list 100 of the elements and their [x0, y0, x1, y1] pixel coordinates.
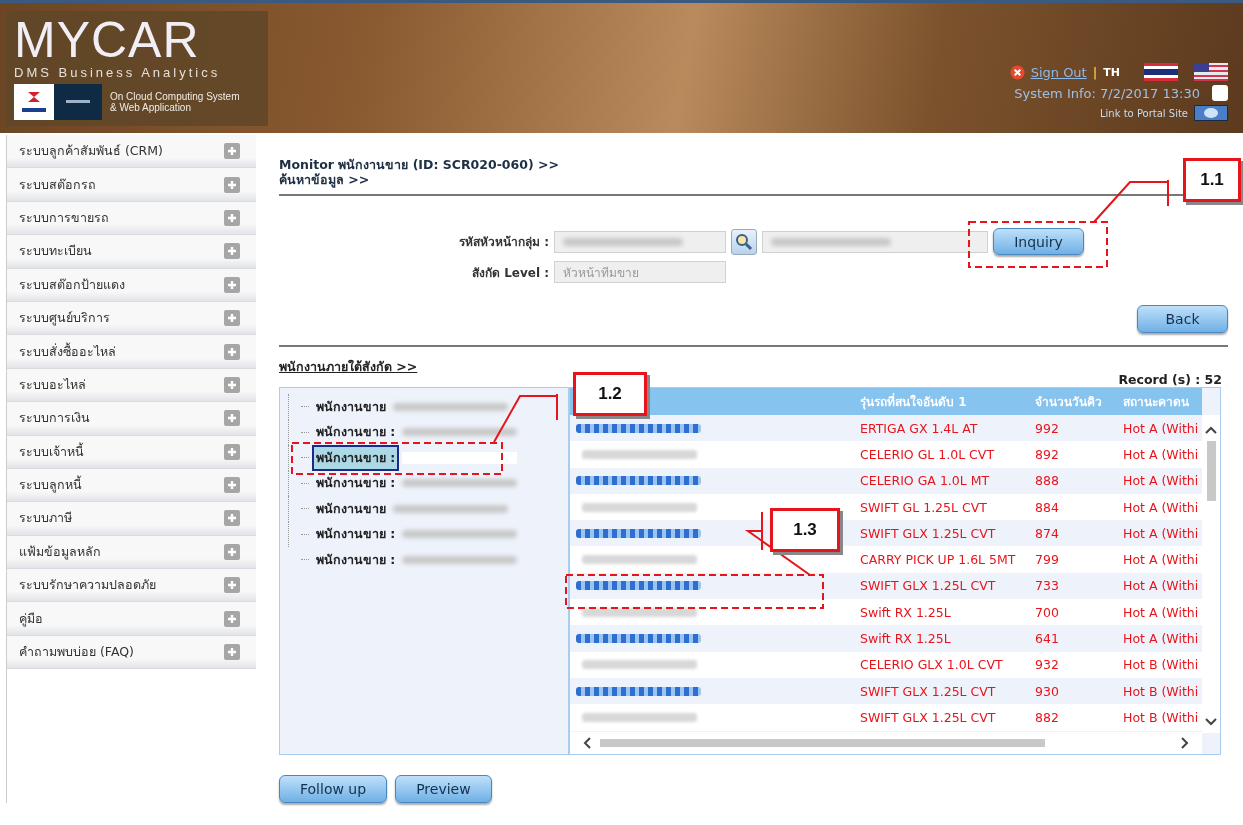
table-cell-text: CELERIO GLX 1.0L CVT: [860, 657, 1004, 673]
sidebar-item[interactable]: ระบบการเงิน: [7, 402, 256, 436]
system-info-text: System Info: 7/2/2017 13:30: [1014, 85, 1200, 101]
expand-icon[interactable]: [224, 543, 240, 560]
sidebar-item[interactable]: ระบบสต๊อกป้ายแดง: [7, 268, 256, 302]
sidebar-item[interactable]: ระบบทะเบียน: [7, 235, 256, 269]
expand-icon[interactable]: [224, 343, 240, 360]
table-cell-text: Hot A (Withi: [1123, 446, 1200, 462]
menu-label: ระบบสต๊อกป้ายแดง: [19, 275, 125, 294]
sidebar-item[interactable]: คู่มือ: [7, 602, 256, 636]
sidebar-item[interactable]: ระบบเจ้าหนี้: [7, 435, 256, 469]
sidebar-item[interactable]: ระบบรักษาความปลอดภัย: [7, 569, 256, 603]
menu-label: ระบบเจ้าหนี้: [19, 441, 84, 461]
table-cell-text: Swift RX 1.25L: [860, 604, 952, 620]
scroll-left-icon[interactable]: [582, 736, 592, 750]
tree-item[interactable]: พนักงานขาย: [312, 393, 390, 420]
sidebar-item[interactable]: แฟ้มข้อมูลหลัก: [7, 535, 256, 570]
menu-label: ระบบรักษาความปลอดภัย: [19, 576, 156, 595]
sidebar-item[interactable]: ระบบลูกหนี้: [7, 468, 256, 503]
table-cell-text: CELERIO GL 1.0L CVT: [860, 446, 996, 462]
expand-icon[interactable]: [224, 376, 240, 393]
tree-item[interactable]: พนักงานขาย :: [312, 444, 400, 471]
menu-label: ระบบลูกหนี้: [19, 475, 82, 495]
sidebar-item[interactable]: ระบบสต๊อกรถ: [7, 168, 256, 202]
separator-text: |: [1092, 64, 1098, 80]
table-cell-text: Hot A (Withi: [1123, 420, 1200, 436]
sidebar-item[interactable]: ระบบศูนย์บริการ: [7, 301, 256, 336]
brand-logo-icon: [14, 84, 102, 120]
menu-label: แฟ้มข้อมูลหลัก: [19, 542, 101, 562]
scroll-down-icon[interactable]: [1204, 717, 1218, 727]
flag-icon[interactable]: [1194, 63, 1228, 81]
menu-label: คำถามพบบ่อย (FAQ): [19, 643, 134, 662]
close-icon[interactable]: [1009, 64, 1025, 80]
sidebar-item[interactable]: ระบบอะไหล่: [7, 368, 256, 403]
globe-icon[interactable]: [1194, 105, 1228, 121]
table-cell-text: Hot B (Withi: [1123, 709, 1200, 725]
menu-label: ระบบอะไหล่: [19, 375, 86, 394]
language-label[interactable]: TH: [1103, 65, 1120, 79]
expand-icon[interactable]: [224, 610, 240, 627]
expand-icon[interactable]: [224, 644, 240, 661]
horizontal-scrollbar[interactable]: [570, 732, 1202, 754]
menu-label: ระบบศูนย์บริการ: [19, 309, 110, 328]
search-button[interactable]: [731, 228, 757, 255]
expand-icon[interactable]: [224, 443, 240, 460]
flag-icon[interactable]: [1144, 63, 1178, 81]
action-button[interactable]: Follow up: [279, 775, 388, 803]
back-button[interactable]: Back: [1137, 305, 1228, 333]
expand-icon[interactable]: [224, 577, 240, 594]
callout-label: 1.1: [1183, 158, 1241, 202]
scroll-up-icon[interactable]: [1204, 425, 1218, 435]
expand-icon[interactable]: [224, 410, 240, 427]
inquiry-button[interactable]: Inquiry: [993, 228, 1084, 255]
tree-item[interactable]: พนักงานขาย :: [312, 419, 400, 446]
expand-icon[interactable]: [224, 310, 240, 327]
expand-icon[interactable]: [224, 176, 240, 193]
sidebar-item[interactable]: ระบบการขายรถ: [7, 201, 256, 236]
menu-label: ระบบการขายรถ: [19, 208, 109, 227]
tree-item[interactable]: พนักงานขาย :: [312, 546, 400, 573]
tree-item[interactable]: พนักงานขาย :: [312, 521, 400, 548]
table-cell-text: Hot A (Withi: [1123, 525, 1200, 541]
table-cell-text: Swift RX 1.25L: [860, 631, 952, 646]
input-field[interactable]: [554, 230, 726, 253]
table-cell-text: Hot B (Withi: [1123, 683, 1200, 699]
table-cell-text: 930: [1035, 683, 1060, 699]
tree-item[interactable]: พนักงานขาย: [312, 495, 390, 522]
table-cell-text: CELERIO GA 1.0L MT: [860, 473, 991, 489]
tagline: DMS Business Analytics: [14, 65, 222, 80]
tree-item[interactable]: พนักงานขาย :: [312, 470, 400, 497]
scroll-thumb[interactable]: [600, 739, 1045, 747]
sidebar-item[interactable]: ระบบภาษี: [7, 502, 256, 536]
portal-link[interactable]: Link to Portal Site: [1100, 107, 1188, 119]
vertical-scrollbar[interactable]: [1202, 415, 1220, 733]
table-cell-text: SWIFT GLX 1.25L CVT: [860, 578, 997, 594]
expand-icon[interactable]: [224, 510, 240, 527]
section-title: พนักงานภายใต้สังกัด >>: [279, 358, 418, 376]
expand-icon[interactable]: [224, 276, 240, 293]
sidebar-item[interactable]: ระบบลูกค้าสัมพันธ์ (CRM): [7, 135, 256, 169]
sidebar-item[interactable]: ระบบสั่งซื้ออะไหล่: [7, 335, 256, 369]
callout-label: 1.2: [573, 372, 647, 416]
table-cell-text: Hot A (Withi: [1123, 604, 1200, 620]
logo-text: MYCAR: [14, 17, 201, 63]
table-cell-text: SWIFT GLX 1.25L CVT: [860, 709, 997, 725]
expand-icon[interactable]: [224, 209, 240, 226]
table-cell-text: 733: [1035, 578, 1060, 594]
table-cell-text: Hot A (Withi: [1123, 552, 1200, 568]
sign-out-link[interactable]: Sign Out: [1030, 64, 1087, 80]
checkbox[interactable]: [1212, 85, 1228, 101]
sidebar-item[interactable]: คำถามพบบ่อย (FAQ): [7, 635, 256, 670]
menu-label: ระบบภาษี: [19, 509, 72, 528]
input-field[interactable]: [762, 230, 988, 253]
expand-icon[interactable]: [224, 143, 240, 160]
table-cell-text: 992: [1035, 420, 1060, 436]
scroll-thumb[interactable]: [1206, 441, 1216, 501]
expand-icon[interactable]: [224, 477, 240, 494]
expand-icon[interactable]: [224, 243, 240, 260]
action-button[interactable]: Preview: [395, 775, 492, 803]
table-cell-text: Hot A (Withi: [1123, 578, 1200, 594]
table-cell-text: Hot A (Withi: [1123, 631, 1200, 646]
table-cell-text: SWIFT GLX 1.25L CVT: [860, 525, 997, 541]
scroll-right-icon[interactable]: [1180, 736, 1190, 750]
